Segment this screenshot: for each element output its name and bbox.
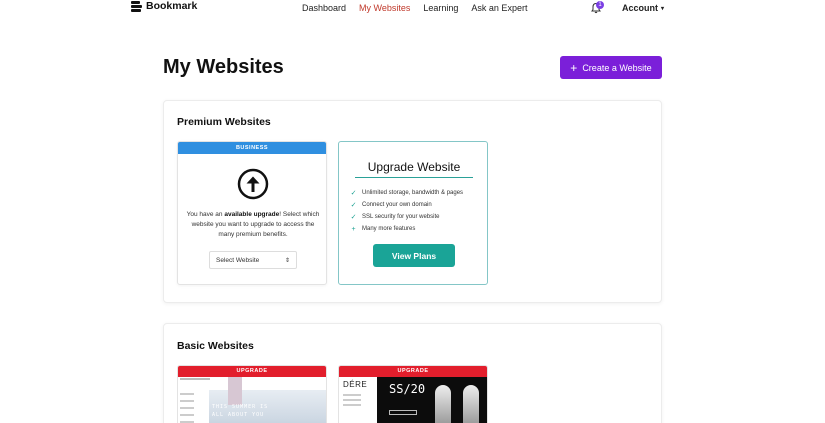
upgrade-badge[interactable]: UPGRADE <box>178 366 326 377</box>
website-thumbnail: DÉRE SS/20 <box>339 377 487 423</box>
check-icon: ✓ <box>350 214 357 221</box>
feature-label: SSL security for your website <box>362 214 440 220</box>
chevron-down-icon: ▾ <box>661 5 665 12</box>
check-icon: ✓ <box>350 202 357 209</box>
nav-link-dashboard[interactable]: Dashboard <box>302 3 346 13</box>
nav-link-ask-an-expert[interactable]: Ask an Expert <box>471 3 527 13</box>
select-website-dropdown[interactable]: Select Website ⇕ <box>209 251 297 269</box>
view-plans-button[interactable]: View Plans <box>373 244 455 267</box>
thumbnail-header-bar <box>180 378 210 380</box>
nav-link-learning[interactable]: Learning <box>423 3 458 13</box>
feature-item: + Many more features <box>350 223 463 235</box>
premium-websites-title: Premium Websites <box>177 116 271 128</box>
page-title: My Websites <box>163 56 284 78</box>
feature-label: Unlimited storage, bandwidth & pages <box>362 190 464 196</box>
select-arrows-icon: ⇕ <box>284 257 290 264</box>
business-upgrade-card: BUSINESS You have an available upgrade! … <box>177 141 327 285</box>
thumbnail-figure <box>463 385 479 423</box>
thumbnail-hero-pillar <box>228 377 242 405</box>
main-nav: Dashboard My Websites Learning Ask an Ex… <box>302 3 527 13</box>
arrow-up-circle-icon <box>237 168 269 200</box>
thumbnail-sidebar <box>180 381 208 423</box>
upgrade-website-card: Upgrade Website ✓ Unlimited storage, band… <box>338 141 488 285</box>
top-navigation: Bookmark Dashboard My Websites Learning … <box>0 0 825 18</box>
select-website-value: Select Website <box>216 256 260 264</box>
account-label: Account <box>622 3 658 13</box>
thumbnail-button <box>389 410 417 415</box>
website-thumbnail: THIS SUMMER IS ALL ABOUT YOU <box>178 377 326 423</box>
plus-icon: + <box>570 60 578 75</box>
create-website-label: Create a Website <box>582 62 652 73</box>
feature-item: ✓ SSL security for your website <box>350 211 463 223</box>
feature-label: Many more features <box>362 226 416 232</box>
title-underline <box>355 177 473 178</box>
thumbnail-hero-text: SS/20 <box>389 382 426 396</box>
upgrade-description-bold: available upgrade <box>224 211 280 218</box>
check-icon: ✓ <box>350 190 357 197</box>
notification-count-badge: 1 <box>596 1 604 9</box>
feature-label: Connect your own domain <box>362 202 432 208</box>
upgrade-website-title: Upgrade Website <box>367 160 461 174</box>
bookmark-logo-icon <box>131 0 142 12</box>
feature-item: ✓ Connect your own domain <box>350 199 463 211</box>
feature-list: ✓ Unlimited storage, bandwidth & pages ✓ C… <box>350 187 464 235</box>
website-card[interactable]: UPGRADE DÉRE SS/20 <box>338 365 488 423</box>
upgrade-description-start: You have an <box>186 211 225 218</box>
upgrade-description: You have an available upgrade! Select wh… <box>186 210 320 240</box>
website-card[interactable]: UPGRADE THIS SUMMER IS ALL ABOUT YOU <box>177 365 327 423</box>
business-badge: BUSINESS <box>178 142 326 154</box>
feature-item: ✓ Unlimited storage, bandwidth & pages <box>350 187 464 199</box>
create-website-button[interactable]: + Create a Website <box>560 56 662 79</box>
thumbnail-figure <box>435 385 451 423</box>
thumbnail-hero-text: THIS SUMMER IS ALL ABOUT YOU <box>212 404 269 418</box>
plus-icon: + <box>351 225 356 233</box>
basic-websites-title: Basic Websites <box>177 340 254 352</box>
upgrade-badge[interactable]: UPGRADE <box>339 366 487 377</box>
account-menu[interactable]: Account ▾ <box>622 3 664 13</box>
nav-link-my-websites[interactable]: My Websites <box>359 3 410 13</box>
basic-websites-panel: Basic Websites UPGRADE THIS SUMMER IS AL… <box>163 323 662 423</box>
premium-websites-panel: Premium Websites BUSINESS You have an av… <box>163 100 662 303</box>
thumbnail-brand: DÉRE <box>343 380 368 389</box>
brand-logo[interactable]: Bookmark <box>131 0 197 12</box>
brand-name: Bookmark <box>146 0 198 12</box>
